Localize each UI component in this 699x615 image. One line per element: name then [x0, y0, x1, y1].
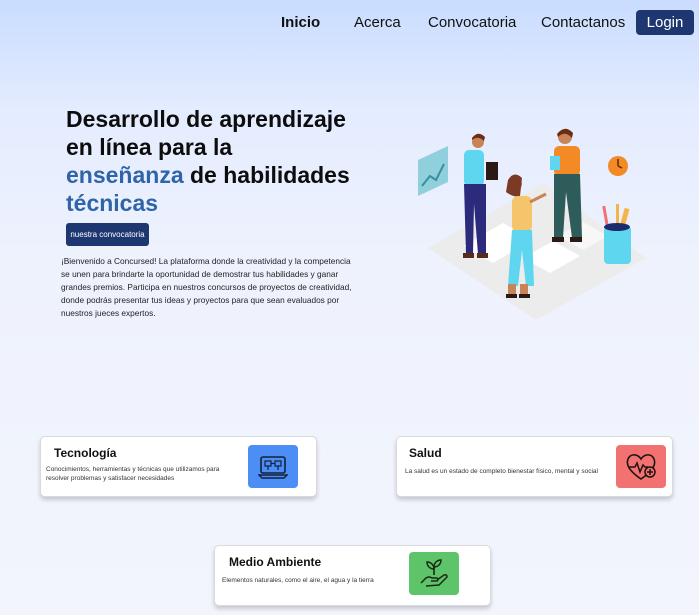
plant-hand-icon	[409, 552, 459, 595]
card-title: Medio Ambiente	[229, 555, 322, 569]
top-nav: Inicio Acerca Convocatoria Contactanos L…	[0, 10, 699, 36]
technology-icon	[248, 445, 298, 488]
category-card-tecnologia[interactable]: Tecnología Conocimientos, herramientas y…	[40, 436, 317, 497]
category-card-medio-ambiente[interactable]: Medio Ambiente Elementos naturales, como…	[214, 545, 491, 606]
card-title: Tecnología	[54, 446, 117, 460]
team-illustration	[418, 128, 646, 320]
card-description: Elementos naturales, como el aire, el ag…	[222, 577, 374, 584]
nav-contactanos[interactable]: Contactanos	[541, 14, 625, 31]
card-description: Conocimientos, herramientas y técnicas q…	[46, 466, 220, 482]
health-heart-icon	[616, 445, 666, 488]
hero-title-part2: de habilidades	[183, 162, 350, 188]
hero-title-part1: Desarrollo de aprendizaje en línea para …	[66, 106, 346, 160]
convocatoria-button[interactable]: nuestra convocatoria	[66, 223, 149, 246]
hero-title-highlight-1: enseñanza	[66, 162, 184, 188]
card-description: La salud es un estado de completo bienes…	[405, 468, 598, 475]
nav-convocatoria[interactable]: Convocatoria	[428, 14, 516, 31]
login-button[interactable]: Login	[636, 10, 694, 35]
category-card-salud[interactable]: Salud La salud es un estado de completo …	[396, 436, 673, 497]
hero-description: ¡Bienvenido a Concursed! La plataforma d…	[61, 256, 352, 318]
nav-acerca[interactable]: Acerca	[354, 14, 401, 31]
hero-title-highlight-2: técnicas	[66, 190, 159, 216]
card-title: Salud	[409, 446, 442, 460]
hero-title: Desarrollo de aprendizaje en línea para …	[66, 105, 356, 217]
nav-inicio[interactable]: Inicio	[281, 14, 320, 31]
